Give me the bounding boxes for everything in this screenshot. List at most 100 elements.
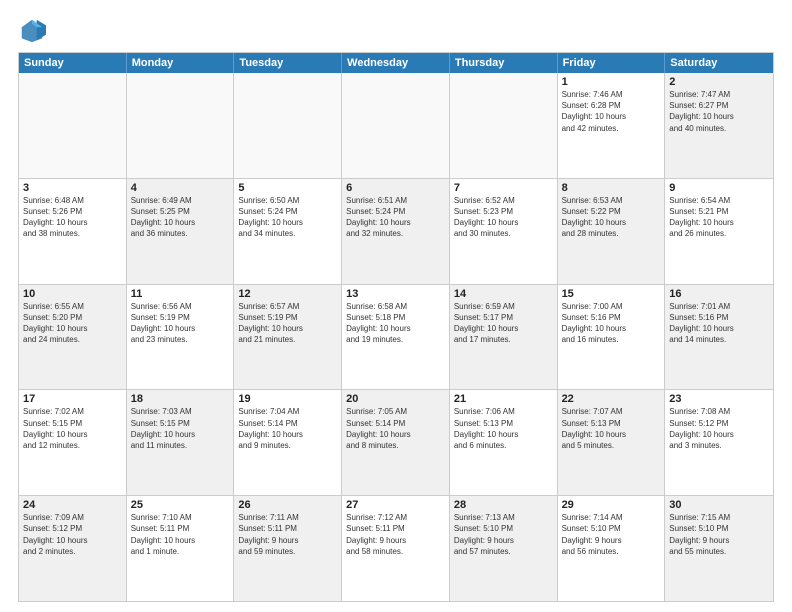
day-number: 9 xyxy=(669,182,769,194)
day-number: 24 xyxy=(23,499,122,511)
day-number: 21 xyxy=(454,393,553,405)
day-number: 3 xyxy=(23,182,122,194)
calendar-cell-13: 13Sunrise: 6:58 AM Sunset: 5:18 PM Dayli… xyxy=(342,285,450,390)
calendar-row-4: 17Sunrise: 7:02 AM Sunset: 5:15 PM Dayli… xyxy=(19,389,773,495)
day-info: Sunrise: 7:09 AM Sunset: 5:12 PM Dayligh… xyxy=(23,512,122,557)
calendar-cell-28: 28Sunrise: 7:13 AM Sunset: 5:10 PM Dayli… xyxy=(450,496,558,601)
calendar-cell-7: 7Sunrise: 6:52 AM Sunset: 5:23 PM Daylig… xyxy=(450,179,558,284)
day-number: 8 xyxy=(562,182,661,194)
weekday-header-saturday: Saturday xyxy=(665,53,773,73)
calendar-cell-1: 1Sunrise: 7:46 AM Sunset: 6:28 PM Daylig… xyxy=(558,73,666,178)
day-info: Sunrise: 6:56 AM Sunset: 5:19 PM Dayligh… xyxy=(131,301,230,346)
calendar-cell-5: 5Sunrise: 6:50 AM Sunset: 5:24 PM Daylig… xyxy=(234,179,342,284)
day-number: 4 xyxy=(131,182,230,194)
calendar-cell-9: 9Sunrise: 6:54 AM Sunset: 5:21 PM Daylig… xyxy=(665,179,773,284)
calendar-cell-26: 26Sunrise: 7:11 AM Sunset: 5:11 PM Dayli… xyxy=(234,496,342,601)
day-info: Sunrise: 7:46 AM Sunset: 6:28 PM Dayligh… xyxy=(562,89,661,134)
day-info: Sunrise: 6:49 AM Sunset: 5:25 PM Dayligh… xyxy=(131,195,230,240)
calendar-cell-11: 11Sunrise: 6:56 AM Sunset: 5:19 PM Dayli… xyxy=(127,285,235,390)
calendar-row-5: 24Sunrise: 7:09 AM Sunset: 5:12 PM Dayli… xyxy=(19,495,773,601)
day-number: 17 xyxy=(23,393,122,405)
day-number: 23 xyxy=(669,393,769,405)
day-number: 15 xyxy=(562,288,661,300)
day-info: Sunrise: 7:02 AM Sunset: 5:15 PM Dayligh… xyxy=(23,406,122,451)
day-info: Sunrise: 6:58 AM Sunset: 5:18 PM Dayligh… xyxy=(346,301,445,346)
day-info: Sunrise: 6:48 AM Sunset: 5:26 PM Dayligh… xyxy=(23,195,122,240)
day-number: 19 xyxy=(238,393,337,405)
calendar-cell-empty-1 xyxy=(127,73,235,178)
weekday-header-tuesday: Tuesday xyxy=(234,53,342,73)
calendar-cell-4: 4Sunrise: 6:49 AM Sunset: 5:25 PM Daylig… xyxy=(127,179,235,284)
calendar-cell-29: 29Sunrise: 7:14 AM Sunset: 5:10 PM Dayli… xyxy=(558,496,666,601)
day-info: Sunrise: 7:07 AM Sunset: 5:13 PM Dayligh… xyxy=(562,406,661,451)
day-number: 6 xyxy=(346,182,445,194)
calendar-cell-10: 10Sunrise: 6:55 AM Sunset: 5:20 PM Dayli… xyxy=(19,285,127,390)
day-info: Sunrise: 6:50 AM Sunset: 5:24 PM Dayligh… xyxy=(238,195,337,240)
day-number: 14 xyxy=(454,288,553,300)
calendar-cell-empty-4 xyxy=(450,73,558,178)
calendar-cell-14: 14Sunrise: 6:59 AM Sunset: 5:17 PM Dayli… xyxy=(450,285,558,390)
day-info: Sunrise: 7:06 AM Sunset: 5:13 PM Dayligh… xyxy=(454,406,553,451)
calendar-cell-17: 17Sunrise: 7:02 AM Sunset: 5:15 PM Dayli… xyxy=(19,390,127,495)
day-info: Sunrise: 7:04 AM Sunset: 5:14 PM Dayligh… xyxy=(238,406,337,451)
day-info: Sunrise: 7:14 AM Sunset: 5:10 PM Dayligh… xyxy=(562,512,661,557)
calendar-cell-25: 25Sunrise: 7:10 AM Sunset: 5:11 PM Dayli… xyxy=(127,496,235,601)
calendar-cell-27: 27Sunrise: 7:12 AM Sunset: 5:11 PM Dayli… xyxy=(342,496,450,601)
calendar-cell-20: 20Sunrise: 7:05 AM Sunset: 5:14 PM Dayli… xyxy=(342,390,450,495)
day-number: 11 xyxy=(131,288,230,300)
calendar-header: SundayMondayTuesdayWednesdayThursdayFrid… xyxy=(19,53,773,73)
weekday-header-wednesday: Wednesday xyxy=(342,53,450,73)
calendar-cell-16: 16Sunrise: 7:01 AM Sunset: 5:16 PM Dayli… xyxy=(665,285,773,390)
day-number: 27 xyxy=(346,499,445,511)
day-info: Sunrise: 6:54 AM Sunset: 5:21 PM Dayligh… xyxy=(669,195,769,240)
day-info: Sunrise: 7:05 AM Sunset: 5:14 PM Dayligh… xyxy=(346,406,445,451)
day-info: Sunrise: 6:53 AM Sunset: 5:22 PM Dayligh… xyxy=(562,195,661,240)
calendar-row-3: 10Sunrise: 6:55 AM Sunset: 5:20 PM Dayli… xyxy=(19,284,773,390)
calendar: SundayMondayTuesdayWednesdayThursdayFrid… xyxy=(18,52,774,602)
calendar-body: 1Sunrise: 7:46 AM Sunset: 6:28 PM Daylig… xyxy=(19,73,773,601)
day-number: 13 xyxy=(346,288,445,300)
calendar-cell-21: 21Sunrise: 7:06 AM Sunset: 5:13 PM Dayli… xyxy=(450,390,558,495)
calendar-cell-empty-2 xyxy=(234,73,342,178)
day-info: Sunrise: 6:52 AM Sunset: 5:23 PM Dayligh… xyxy=(454,195,553,240)
day-info: Sunrise: 6:59 AM Sunset: 5:17 PM Dayligh… xyxy=(454,301,553,346)
day-info: Sunrise: 7:11 AM Sunset: 5:11 PM Dayligh… xyxy=(238,512,337,557)
day-info: Sunrise: 7:12 AM Sunset: 5:11 PM Dayligh… xyxy=(346,512,445,557)
calendar-cell-empty-0 xyxy=(19,73,127,178)
day-info: Sunrise: 6:57 AM Sunset: 5:19 PM Dayligh… xyxy=(238,301,337,346)
logo-icon xyxy=(18,16,46,44)
calendar-cell-19: 19Sunrise: 7:04 AM Sunset: 5:14 PM Dayli… xyxy=(234,390,342,495)
day-info: Sunrise: 6:51 AM Sunset: 5:24 PM Dayligh… xyxy=(346,195,445,240)
day-number: 30 xyxy=(669,499,769,511)
page: SundayMondayTuesdayWednesdayThursdayFrid… xyxy=(0,0,792,612)
day-info: Sunrise: 7:08 AM Sunset: 5:12 PM Dayligh… xyxy=(669,406,769,451)
weekday-header-sunday: Sunday xyxy=(19,53,127,73)
day-number: 10 xyxy=(23,288,122,300)
weekday-header-monday: Monday xyxy=(127,53,235,73)
header xyxy=(18,16,774,44)
calendar-cell-6: 6Sunrise: 6:51 AM Sunset: 5:24 PM Daylig… xyxy=(342,179,450,284)
calendar-cell-3: 3Sunrise: 6:48 AM Sunset: 5:26 PM Daylig… xyxy=(19,179,127,284)
day-info: Sunrise: 7:01 AM Sunset: 5:16 PM Dayligh… xyxy=(669,301,769,346)
calendar-cell-2: 2Sunrise: 7:47 AM Sunset: 6:27 PM Daylig… xyxy=(665,73,773,178)
day-number: 1 xyxy=(562,76,661,88)
calendar-cell-22: 22Sunrise: 7:07 AM Sunset: 5:13 PM Dayli… xyxy=(558,390,666,495)
weekday-header-thursday: Thursday xyxy=(450,53,558,73)
day-number: 16 xyxy=(669,288,769,300)
day-number: 22 xyxy=(562,393,661,405)
weekday-header-friday: Friday xyxy=(558,53,666,73)
day-info: Sunrise: 7:10 AM Sunset: 5:11 PM Dayligh… xyxy=(131,512,230,557)
calendar-cell-8: 8Sunrise: 6:53 AM Sunset: 5:22 PM Daylig… xyxy=(558,179,666,284)
calendar-cell-30: 30Sunrise: 7:15 AM Sunset: 5:10 PM Dayli… xyxy=(665,496,773,601)
calendar-cell-15: 15Sunrise: 7:00 AM Sunset: 5:16 PM Dayli… xyxy=(558,285,666,390)
day-number: 29 xyxy=(562,499,661,511)
day-number: 20 xyxy=(346,393,445,405)
logo xyxy=(18,16,50,44)
day-number: 12 xyxy=(238,288,337,300)
calendar-row-1: 1Sunrise: 7:46 AM Sunset: 6:28 PM Daylig… xyxy=(19,73,773,178)
day-info: Sunrise: 7:03 AM Sunset: 5:15 PM Dayligh… xyxy=(131,406,230,451)
day-info: Sunrise: 7:47 AM Sunset: 6:27 PM Dayligh… xyxy=(669,89,769,134)
calendar-cell-24: 24Sunrise: 7:09 AM Sunset: 5:12 PM Dayli… xyxy=(19,496,127,601)
day-info: Sunrise: 7:13 AM Sunset: 5:10 PM Dayligh… xyxy=(454,512,553,557)
calendar-cell-12: 12Sunrise: 6:57 AM Sunset: 5:19 PM Dayli… xyxy=(234,285,342,390)
